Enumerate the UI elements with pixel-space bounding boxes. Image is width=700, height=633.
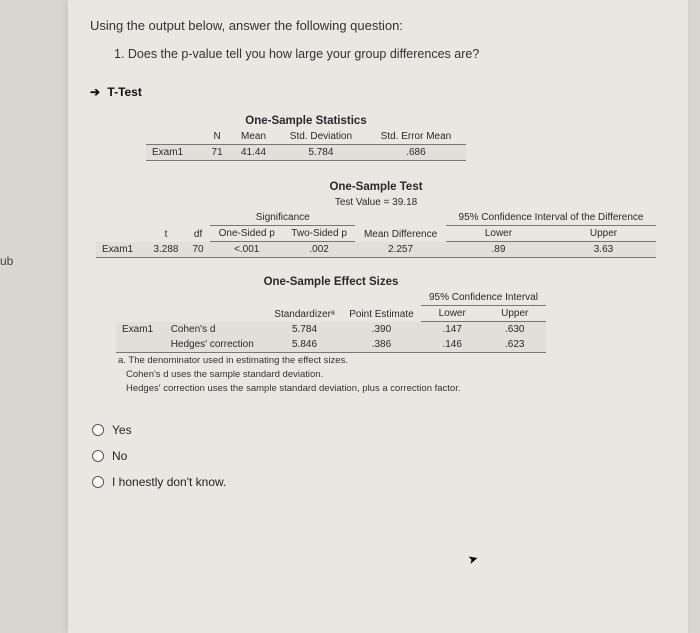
t2-lower: .89 bbox=[446, 242, 551, 258]
t3-h-ci: 95% Confidence Interval bbox=[421, 290, 546, 306]
radio-icon bbox=[92, 424, 104, 436]
t2-h-meandiff: Mean Difference bbox=[355, 210, 446, 242]
t1-sem: .686 bbox=[366, 145, 466, 161]
t2-h-ci: 95% Confidence Interval of the Differenc… bbox=[446, 210, 656, 226]
t1-n: 71 bbox=[203, 145, 231, 161]
t3-r2-name: Hedges' correction bbox=[165, 337, 267, 353]
t1-h-sd: Std. Deviation bbox=[276, 129, 366, 145]
t2-df: 70 bbox=[186, 242, 211, 258]
t2-h-df: df bbox=[186, 210, 211, 242]
table1-title: One-Sample Statistics bbox=[146, 113, 466, 129]
t1-h-n: N bbox=[203, 129, 231, 145]
t2-t: 3.288 bbox=[146, 242, 185, 258]
t3-h-pe2: .386 bbox=[342, 337, 421, 353]
t2-h-lower: Lower bbox=[446, 226, 551, 242]
ttest-label: T-Test bbox=[107, 85, 141, 99]
t3-r1-name: Cohen's d bbox=[165, 322, 267, 338]
t1-row-label: Exam1 bbox=[146, 145, 203, 161]
t2-h-upper: Upper bbox=[551, 226, 656, 242]
t3-h-upper2: .623 bbox=[483, 337, 546, 353]
left-tab-label: ub bbox=[0, 254, 13, 268]
t3-c-upper: .630 bbox=[483, 322, 546, 338]
t2-onesided: <.001 bbox=[210, 242, 283, 258]
option-yes[interactable]: Yes bbox=[92, 423, 666, 437]
option-no-label: No bbox=[112, 449, 127, 463]
arrow-right-icon: ➔ bbox=[90, 85, 100, 99]
t3-h-pe: Point Estimate bbox=[342, 290, 421, 322]
t3-c-std: 5.784 bbox=[267, 322, 342, 338]
option-dontknow[interactable]: I honestly don't know. bbox=[92, 475, 666, 489]
t3-h-std: Standardizerᵃ bbox=[267, 290, 342, 322]
t1-mean: 41.44 bbox=[231, 145, 276, 161]
question-text: 1. Does the p-value tell you how large y… bbox=[114, 47, 666, 61]
t2-h-t: t bbox=[146, 210, 185, 242]
t2-twosided: .002 bbox=[283, 242, 355, 258]
t1-h-mean: Mean bbox=[231, 129, 276, 145]
effect-sizes-table: One-Sample Effect Sizes Standardizerᵃ Po… bbox=[116, 274, 546, 353]
t3-c-pe: .390 bbox=[342, 322, 421, 338]
t3-h-lower2: .146 bbox=[421, 337, 484, 353]
footnote-b: Cohen's d uses the sample standard devia… bbox=[126, 369, 666, 381]
option-dontknow-label: I honestly don't know. bbox=[112, 475, 226, 489]
t2-meandiff: 2.257 bbox=[355, 242, 446, 258]
one-sample-statistics-table: One-Sample Statistics N Mean Std. Deviat… bbox=[146, 113, 466, 161]
option-no[interactable]: No bbox=[92, 449, 666, 463]
t3-c-lower: .147 bbox=[421, 322, 484, 338]
table2-testvalue: Test Value = 39.18 bbox=[96, 195, 656, 210]
t3-h-lower: Lower bbox=[421, 306, 484, 322]
t1-sd: 5.784 bbox=[276, 145, 366, 161]
cursor-icon: ➤ bbox=[466, 551, 479, 567]
t3-r1-label: Exam1 bbox=[116, 322, 165, 338]
table3-title: One-Sample Effect Sizes bbox=[116, 274, 546, 290]
t2-h-onesided: One-Sided p bbox=[210, 226, 283, 242]
footnote-a: a. The denominator used in estimating th… bbox=[118, 355, 666, 367]
question-intro: Using the output below, answer the follo… bbox=[90, 18, 666, 33]
radio-icon bbox=[92, 450, 104, 462]
ttest-header: ➔ T-Test bbox=[90, 85, 666, 99]
table2-title: One-Sample Test bbox=[96, 179, 656, 195]
radio-icon bbox=[92, 476, 104, 488]
answer-options: Yes No I honestly don't know. bbox=[92, 423, 666, 489]
t2-h-sig: Significance bbox=[210, 210, 355, 226]
footnote-c: Hedges' correction uses the sample stand… bbox=[126, 383, 666, 395]
option-yes-label: Yes bbox=[112, 423, 132, 437]
t3-h-upper: Upper bbox=[483, 306, 546, 322]
t1-h-sem: Std. Error Mean bbox=[366, 129, 466, 145]
t2-h-twosided: Two-Sided p bbox=[283, 226, 355, 242]
t2-upper: 3.63 bbox=[551, 242, 656, 258]
one-sample-test-table: One-Sample Test Test Value = 39.18 t df … bbox=[96, 179, 656, 258]
t2-row-label: Exam1 bbox=[96, 242, 146, 258]
question-page: Using the output below, answer the follo… bbox=[68, 0, 688, 633]
t3-h-std2: 5.846 bbox=[267, 337, 342, 353]
